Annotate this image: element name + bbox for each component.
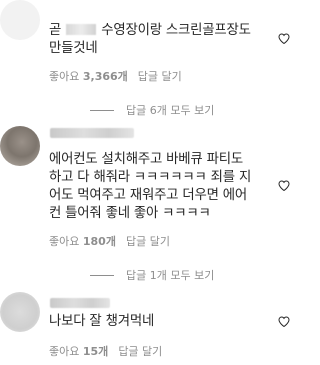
username[interactable] (50, 128, 134, 138)
comment-text-part: 곧 (49, 23, 62, 38)
replies-divider (90, 274, 114, 276)
comment-text-line: 컨 틀어줘 좋네 좋아 ㅋㅋㅋㅋ (49, 206, 211, 221)
like-heart-icon[interactable] (278, 33, 290, 44)
comment-text: 곧 수영장이랑 스크린골프장도 만들것네 (49, 22, 275, 58)
reply-button[interactable]: 답글 달기 (118, 343, 162, 359)
view-replies-link[interactable]: 답글 1개 모두 보기 (90, 267, 214, 283)
comment-meta: 좋아요 3,366개 답글 달기 (49, 68, 182, 84)
comment-text: 나보다 잘 챙겨먹네 (49, 313, 275, 331)
avatar[interactable] (0, 0, 40, 40)
reply-button[interactable]: 답글 달기 (126, 233, 170, 249)
comment-text-line: 하고 다 해줘라 ㅋㅋㅋㅋㅋㅋ 죄를 지 (49, 170, 252, 185)
reply-button[interactable]: 답글 달기 (138, 68, 182, 84)
username[interactable] (50, 298, 110, 308)
comment-text-line: 나보다 잘 챙겨먹네 (49, 314, 155, 329)
view-replies-label: 답글 1개 모두 보기 (126, 269, 215, 282)
comment-text-part: 만들것네 (49, 41, 98, 56)
replies-divider (90, 109, 114, 111)
like-heart-icon[interactable] (278, 316, 290, 327)
avatar[interactable] (0, 126, 40, 166)
comment-text-line: 어도 먹여주고 재워주고 더우면 에어 (49, 188, 248, 203)
comment-text-line: 에어컨도 설치해주고 바베큐 파티도 (49, 152, 243, 167)
likes-count[interactable]: 좋아요 15개 (49, 343, 108, 359)
view-replies-label: 답글 6개 모두 보기 (126, 104, 215, 117)
avatar[interactable] (0, 292, 40, 332)
comment-meta: 좋아요 15개 답글 달기 (49, 343, 162, 359)
view-replies-link[interactable]: 답글 6개 모두 보기 (90, 102, 214, 118)
comment-text: 에어컨도 설치해주고 바베큐 파티도 하고 다 해줘라 ㅋㅋㅋㅋㅋㅋ 죄를 지 … (49, 151, 275, 223)
comment-text-part: 수영장이랑 스크린골프장도 (101, 23, 251, 38)
redacted-mention (66, 24, 97, 35)
likes-count[interactable]: 좋아요 180개 (49, 233, 116, 249)
likes-count[interactable]: 좋아요 3,366개 (49, 68, 128, 84)
comment-meta: 좋아요 180개 답글 달기 (49, 233, 170, 249)
like-heart-icon[interactable] (278, 180, 290, 191)
